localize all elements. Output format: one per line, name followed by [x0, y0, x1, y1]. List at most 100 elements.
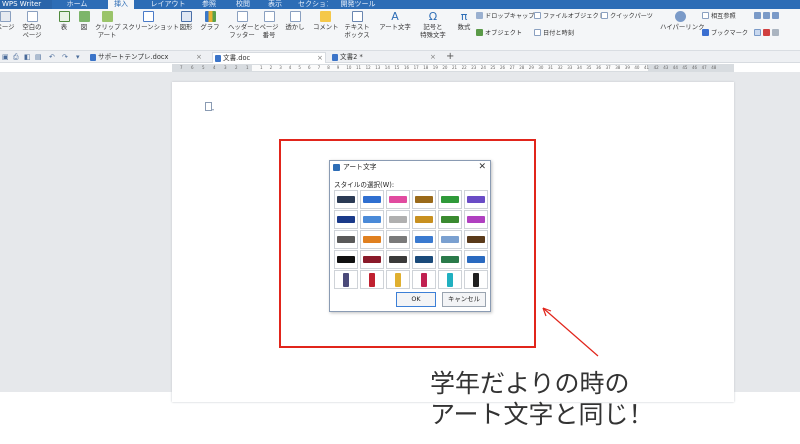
page-icon [0, 11, 11, 22]
wordart-style-option[interactable] [360, 190, 384, 209]
clipart-button[interactable]: クリップ アート [95, 11, 121, 39]
tab-layout[interactable]: レイアウト [150, 0, 186, 9]
wordart-style-option[interactable] [334, 190, 358, 209]
wordart-style-option[interactable] [464, 250, 488, 269]
paste-options-icon[interactable] [205, 102, 214, 112]
doc-tab-document[interactable]: 文書.doc × [212, 52, 326, 63]
wordart-style-preview [363, 216, 381, 223]
close-tab-icon[interactable]: × [196, 52, 202, 62]
bookmark-button[interactable]: ブックマーク [702, 29, 748, 38]
tab-references[interactable]: 参照 [198, 0, 220, 9]
app-menu-button[interactable]: WPS Writer [0, 0, 52, 9]
wordart-style-option[interactable] [334, 230, 358, 249]
ruler-tick: 47 [701, 65, 707, 70]
symbol-button[interactable]: Ω 記号と 特殊文字 [418, 11, 448, 39]
header-footer-button[interactable]: ヘッダーと フッター [228, 11, 260, 39]
wordart-style-option[interactable] [412, 230, 436, 249]
wordart-style-option[interactable] [386, 210, 410, 229]
wordart-style-option[interactable] [438, 190, 462, 209]
chart-button[interactable]: グラフ [200, 11, 220, 32]
ruler-tick: 38 [615, 65, 621, 70]
ruler-tick: 6 [191, 65, 194, 70]
wordart-style-option[interactable] [360, 210, 384, 229]
wordart-style-option[interactable] [464, 230, 488, 249]
horizontal-ruler[interactable]: 7 6 5 4 3 2 1 1 2 3 4 5 6 7 8 9 10 11 12 13 14 15 16 17 18 19 20 21… [172, 64, 734, 72]
tab-insert[interactable]: 挿入 [108, 0, 134, 9]
ruler-tick: 19 [432, 65, 438, 70]
wordart-style-option[interactable] [438, 230, 462, 249]
wordart-button[interactable]: A アート文字 [378, 11, 412, 32]
doc-tab-document2[interactable]: 文書2 * × [330, 52, 440, 63]
tab-section[interactable]: セクション [298, 0, 328, 9]
datetime-button[interactable]: 日付と時刻 [534, 29, 574, 38]
wordart-style-option[interactable] [360, 270, 384, 289]
preview-icon[interactable]: ◧ [24, 53, 31, 61]
wordart-style-option[interactable] [438, 250, 462, 269]
wordart-style-option[interactable] [412, 270, 436, 289]
wordart-style-option[interactable] [412, 250, 436, 269]
close-icon[interactable]: ✕ [478, 162, 486, 173]
wordart-style-option[interactable] [464, 270, 488, 289]
ok-button[interactable]: OK [396, 292, 436, 307]
dropdown-icon[interactable]: ▾ [76, 53, 80, 61]
file-object-button[interactable]: ファイルオブジェクト [534, 12, 605, 21]
view-icons-bottom[interactable] [754, 29, 781, 38]
cancel-button[interactable]: キャンセル [442, 292, 486, 307]
screenshot-button[interactable]: スクリーンショット [122, 11, 179, 32]
textbox-button[interactable]: テキスト ボックス [342, 11, 372, 39]
equation-button[interactable]: π 数式 [454, 11, 474, 32]
undo-icon[interactable]: ↶ [49, 53, 55, 61]
watermark-button[interactable]: 透かし [283, 11, 307, 32]
print-icon[interactable]: ⎙ [13, 53, 19, 61]
tab-view[interactable]: 表示 [264, 0, 286, 9]
blank-page-button[interactable]: 空白の ページ [20, 11, 44, 39]
wordart-style-option[interactable] [386, 230, 410, 249]
ruler-tick: 34 [576, 65, 582, 70]
ruler-tick: 4 [288, 65, 292, 70]
tab-home[interactable]: ホーム [62, 0, 92, 9]
wordart-style-option[interactable] [464, 190, 488, 209]
ruler-tick: 44 [672, 65, 678, 70]
quickparts-button[interactable]: クイックパーツ [601, 12, 653, 21]
wordart-style-option[interactable] [412, 210, 436, 229]
new-tab-button[interactable]: + [446, 51, 454, 62]
wordart-style-option[interactable] [438, 270, 462, 289]
crossref-button[interactable]: 相互参照 [702, 12, 736, 21]
tab-developer[interactable]: 開発ツール [340, 0, 376, 9]
wordart-style-option[interactable] [386, 250, 410, 269]
object-button[interactable]: オブジェクト [476, 29, 522, 38]
page-button[interactable]: ページ [0, 11, 16, 32]
export-icon[interactable]: ▤ [35, 53, 42, 61]
save-icon[interactable]: ▣ [2, 53, 9, 61]
page-number-button[interactable]: ページ 番号 [258, 11, 280, 39]
wordart-style-preview [363, 256, 381, 263]
doc-tab-support-template[interactable]: サポートテンプレ.docx × [88, 52, 206, 63]
select-icon [754, 29, 761, 36]
wordart-style-option[interactable] [464, 210, 488, 229]
close-tab-icon[interactable]: × [317, 53, 323, 63]
wordart-style-option[interactable] [412, 190, 436, 209]
wordart-style-option[interactable] [334, 210, 358, 229]
shapes-icon [180, 11, 192, 22]
wordart-style-option[interactable] [360, 250, 384, 269]
wordart-style-option[interactable] [334, 270, 358, 289]
wordart-style-option[interactable] [360, 230, 384, 249]
shapes-button[interactable]: 図形 [176, 11, 196, 32]
watermark-icon [289, 11, 301, 22]
view-icons-top[interactable] [754, 12, 781, 21]
picture-button[interactable]: 図 [76, 11, 92, 32]
close-tab-icon[interactable]: × [430, 52, 436, 62]
wordart-style-option[interactable] [334, 250, 358, 269]
table-button[interactable]: 表 [56, 11, 72, 32]
comment-button[interactable]: コメント [313, 11, 339, 32]
word-doc-icon [90, 54, 96, 61]
wordart-style-option[interactable] [438, 210, 462, 229]
tab-review[interactable]: 校閲 [232, 0, 254, 9]
wordart-style-preview [343, 273, 349, 287]
redo-icon[interactable]: ↷ [62, 53, 68, 61]
hyperlink-button[interactable]: ハイパーリンク [660, 11, 704, 32]
wordart-style-option[interactable] [386, 270, 410, 289]
dropcap-button[interactable]: ドロップキャップ [476, 12, 535, 21]
wordart-style-preview [441, 196, 459, 203]
wordart-style-option[interactable] [386, 190, 410, 209]
